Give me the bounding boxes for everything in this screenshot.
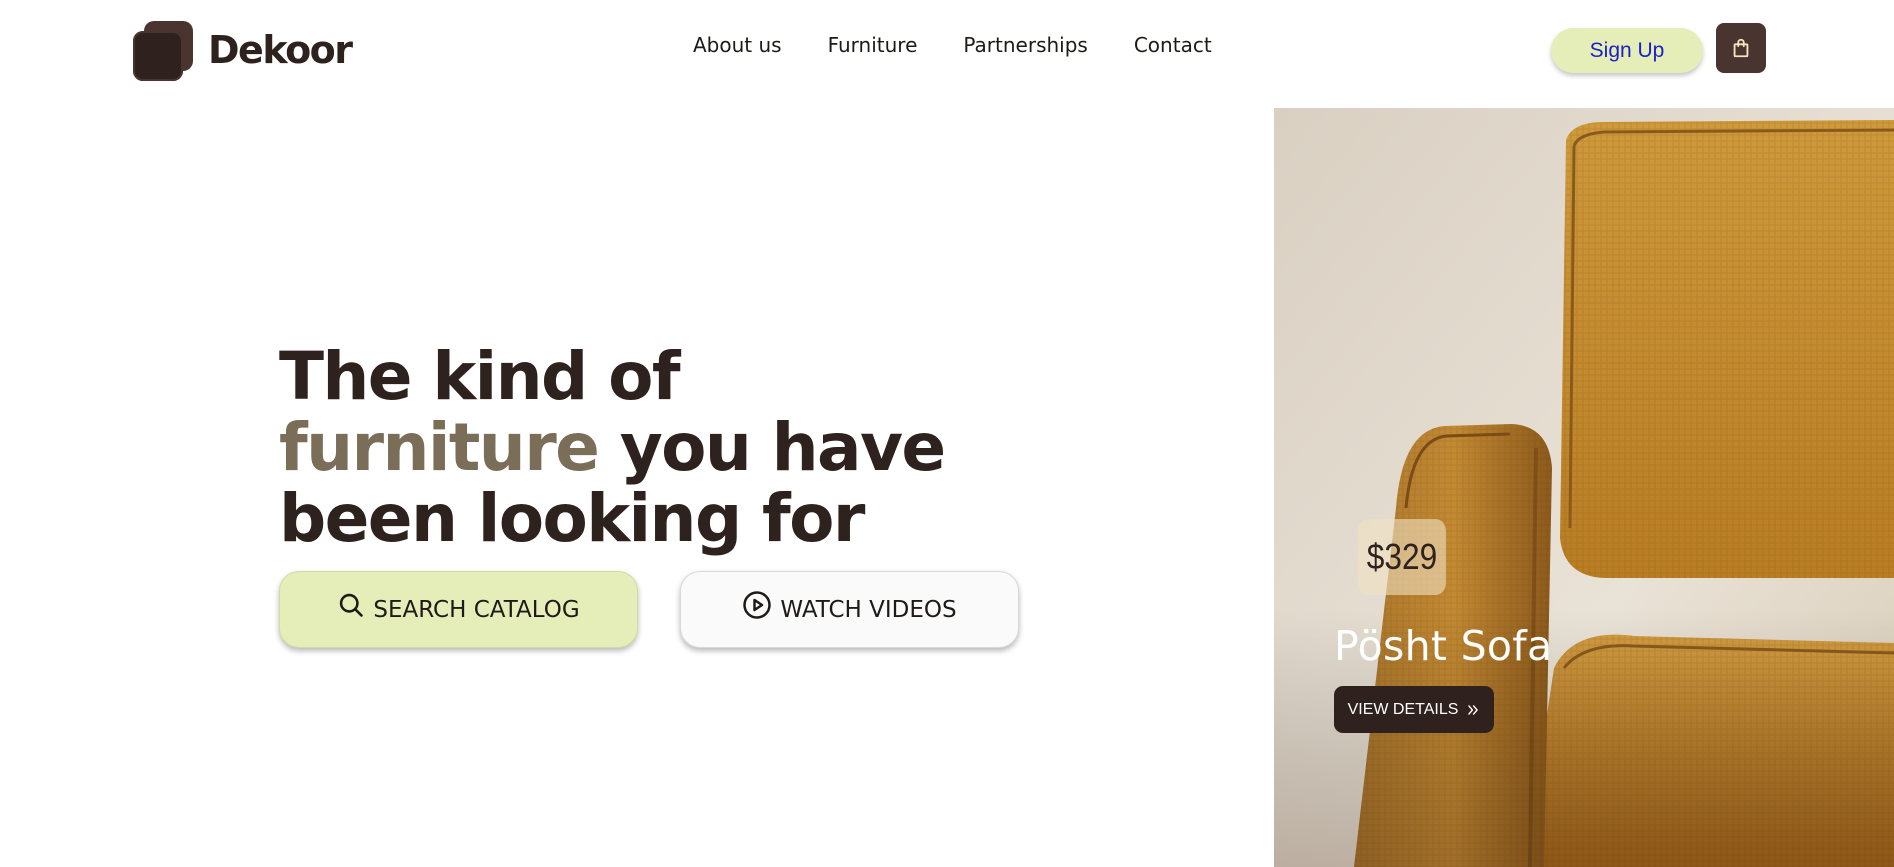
shopping-bag-icon	[1730, 37, 1752, 59]
sign-up-button[interactable]: Sign Up	[1551, 28, 1703, 73]
brand-logo[interactable]: Dekoor	[132, 18, 353, 82]
sofa-photo	[1274, 108, 1894, 867]
headline-accent: furniture	[279, 409, 600, 486]
hero-headline: The kind of furniture you have been look…	[279, 341, 1039, 554]
logo-mark-icon	[132, 19, 194, 81]
cart-button[interactable]	[1716, 23, 1766, 73]
main-nav: About us Furniture Partnerships Contact	[693, 32, 1212, 58]
headline-part-1: The kind of	[279, 338, 681, 415]
nav-item-furniture[interactable]: Furniture	[828, 33, 918, 57]
nav-item-about-us[interactable]: About us	[693, 33, 782, 57]
watch-videos-label: WATCH VIDEOS	[780, 596, 957, 623]
brand-name: Dekoor	[208, 28, 353, 72]
play-circle-icon	[742, 590, 772, 620]
search-icon	[337, 591, 365, 619]
view-details-button[interactable]: VIEW DETAILS	[1334, 686, 1494, 733]
nav-item-partnerships[interactable]: Partnerships	[963, 33, 1087, 57]
nav-item-contact[interactable]: Contact	[1134, 33, 1212, 57]
price-badge: $329	[1358, 519, 1446, 595]
product-name: Pösht Sofa	[1334, 622, 1553, 670]
search-catalog-label: SEARCH CATALOG	[373, 596, 580, 623]
search-catalog-button[interactable]: SEARCH CATALOG	[279, 571, 638, 648]
chevrons-right-icon	[1466, 703, 1480, 717]
featured-product-panel: $329 Pösht Sofa VIEW DETAILS	[1274, 108, 1894, 867]
watch-videos-button[interactable]: WATCH VIDEOS	[680, 571, 1019, 648]
view-details-label: VIEW DETAILS	[1347, 700, 1459, 718]
